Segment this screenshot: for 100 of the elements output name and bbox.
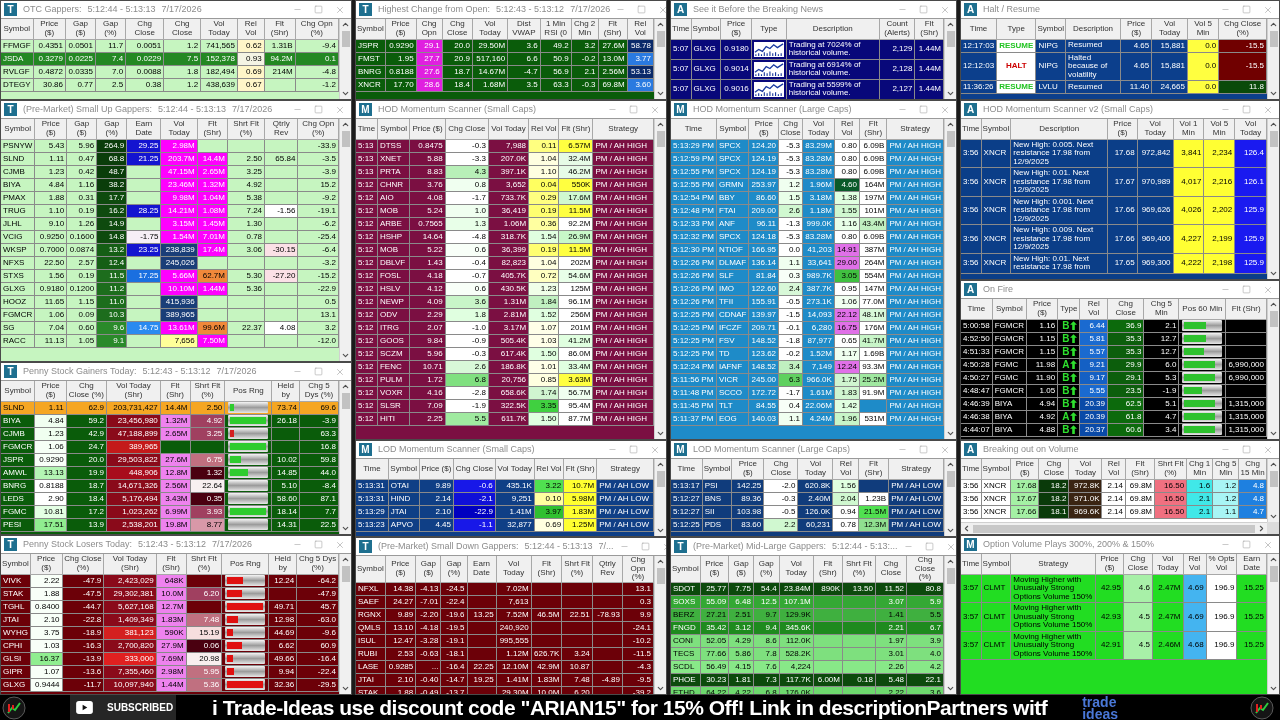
column-header[interactable]: Shrt Flt (%) [186, 554, 222, 574]
column-header[interactable]: Symbol [716, 119, 749, 139]
scrollbar-thumb[interactable] [946, 131, 955, 147]
maximize-icon[interactable] [1242, 445, 1251, 454]
column-header[interactable]: Held by [268, 554, 297, 574]
column-header[interactable]: Vol Today [1234, 119, 1267, 139]
maximize-icon[interactable] [637, 5, 647, 14]
column-header[interactable]: Price ($) [34, 381, 67, 401]
scrollbar-thumb[interactable] [1269, 31, 1278, 47]
scroll-down-icon[interactable] [656, 684, 665, 693]
close-icon[interactable] [940, 104, 950, 115]
column-header[interactable]: Vol Today [495, 459, 535, 479]
column-header[interactable]: Time [671, 459, 703, 479]
column-header[interactable]: Gap ($) [415, 556, 441, 582]
maximize-icon[interactable] [919, 5, 928, 14]
scroll-down-icon[interactable] [1269, 269, 1278, 278]
column-header[interactable]: Symbol [388, 459, 420, 479]
column-header[interactable]: Flt (Shr) [197, 119, 228, 139]
column-header[interactable]: Price ($) [1095, 554, 1124, 574]
column-header[interactable]: Vol Today [1152, 554, 1183, 574]
column-header[interactable]: Price ($) [385, 19, 417, 39]
column-header[interactable]: Strategy [886, 119, 944, 139]
column-header[interactable]: Description [1065, 19, 1121, 39]
maximize-icon[interactable] [314, 5, 323, 14]
scrollbar-thumb[interactable] [946, 471, 955, 487]
close-icon[interactable] [940, 4, 950, 15]
column-header[interactable]: Flt (Shr) [563, 459, 597, 479]
maximize-icon[interactable] [640, 542, 650, 551]
column-header[interactable]: Symbol [1, 554, 31, 574]
column-header[interactable]: Vol Today (Shr) [106, 381, 161, 401]
scroll-down-icon[interactable] [1269, 684, 1278, 693]
scrollbar-thumb[interactable] [341, 31, 350, 47]
column-header[interactable]: Chg Close [875, 556, 907, 582]
column-header[interactable]: Chg 5 Dys (%) [296, 554, 339, 574]
scroll-up-icon[interactable] [341, 382, 350, 391]
close-icon[interactable] [335, 366, 345, 377]
scrollbar[interactable] [339, 19, 351, 99]
column-header[interactable]: Shrt Flt (%) [1154, 459, 1187, 479]
column-header[interactable]: Vol Today [1137, 119, 1174, 139]
column-header[interactable]: Chg 15 Min [1238, 459, 1267, 479]
column-header[interactable]: Price ($) [1120, 19, 1152, 39]
maximize-icon[interactable] [1242, 285, 1251, 294]
column-header[interactable]: Gap ($) [65, 19, 96, 39]
column-header[interactable]: Price ($) [419, 459, 454, 479]
column-header[interactable]: Flt (Shr) [558, 119, 593, 139]
column-header[interactable]: Flt (Shr) [156, 554, 187, 574]
column-header[interactable]: Pos Rng [224, 381, 272, 401]
column-header[interactable]: Flt (Shr) [1225, 299, 1267, 319]
column-header[interactable]: Type [1057, 299, 1080, 319]
column-header[interactable]: Count (Alerts) [879, 19, 915, 39]
column-header[interactable]: Symbol [671, 556, 701, 582]
column-header[interactable]: Held by [271, 381, 300, 401]
column-header[interactable]: Time [961, 19, 997, 39]
scroll-up-icon[interactable] [656, 120, 665, 129]
scrollbar[interactable] [339, 554, 351, 694]
column-header[interactable]: Symbol [356, 556, 386, 582]
scrollbar-thumb[interactable] [946, 31, 955, 47]
scroll-down-icon[interactable] [946, 526, 955, 535]
scrollbar-thumb[interactable] [656, 568, 665, 584]
close-icon[interactable] [658, 4, 666, 15]
column-header[interactable]: Time [961, 299, 993, 319]
column-header[interactable]: Rel Vol [237, 19, 265, 39]
scroll-down-icon[interactable] [656, 526, 665, 535]
scrollbar[interactable] [339, 381, 351, 534]
scrollbar-thumb[interactable] [656, 131, 665, 147]
column-header[interactable]: Vol Today [472, 19, 508, 39]
close-icon[interactable] [650, 444, 660, 455]
column-header[interactable]: Flt (Shr) [813, 556, 843, 582]
scroll-down-icon[interactable] [1269, 512, 1278, 521]
scroll-down-icon[interactable] [341, 524, 350, 533]
column-header[interactable]: Flt (Shr) [859, 119, 887, 139]
scroll-down-icon[interactable] [341, 684, 350, 693]
column-header[interactable]: Qtrly Rev [592, 556, 623, 582]
column-header[interactable]: Symbol [356, 19, 386, 39]
column-header[interactable]: Chg Opn [416, 19, 443, 39]
scrollbar-thumb[interactable] [973, 524, 1255, 533]
column-header[interactable]: Price ($) [385, 556, 416, 582]
scrollbar-thumb[interactable] [1269, 566, 1278, 582]
column-header[interactable]: Pos 60 Min [1178, 299, 1226, 319]
column-header[interactable]: Strategy [596, 459, 654, 479]
scrollbar[interactable] [654, 459, 666, 536]
column-header[interactable]: Symbol [1, 19, 34, 39]
column-header[interactable]: Shrt Flt (%) [561, 556, 593, 582]
column-header[interactable]: Rel Vol [534, 459, 564, 479]
scroll-down-icon[interactable] [341, 89, 350, 98]
column-header[interactable]: Chg Close [453, 459, 496, 479]
maximize-icon[interactable] [919, 445, 928, 454]
column-header[interactable]: Chg 1 Min [1186, 459, 1213, 479]
maximize-icon[interactable] [1242, 105, 1251, 114]
column-header[interactable]: % Opts Vol [1206, 554, 1237, 574]
column-header[interactable]: Vol Today [488, 119, 529, 139]
maximize-icon[interactable] [924, 542, 934, 551]
scrollbar[interactable] [944, 119, 956, 439]
column-header[interactable]: Gap ($) [728, 556, 754, 582]
scrollbar[interactable] [944, 556, 956, 694]
scrollbar[interactable] [1267, 299, 1279, 439]
scroll-left-icon[interactable] [962, 524, 971, 533]
scroll-down-icon[interactable] [1269, 429, 1278, 438]
column-header[interactable]: Symbol [702, 459, 732, 479]
column-header[interactable]: Flt (Shr) [914, 19, 944, 39]
